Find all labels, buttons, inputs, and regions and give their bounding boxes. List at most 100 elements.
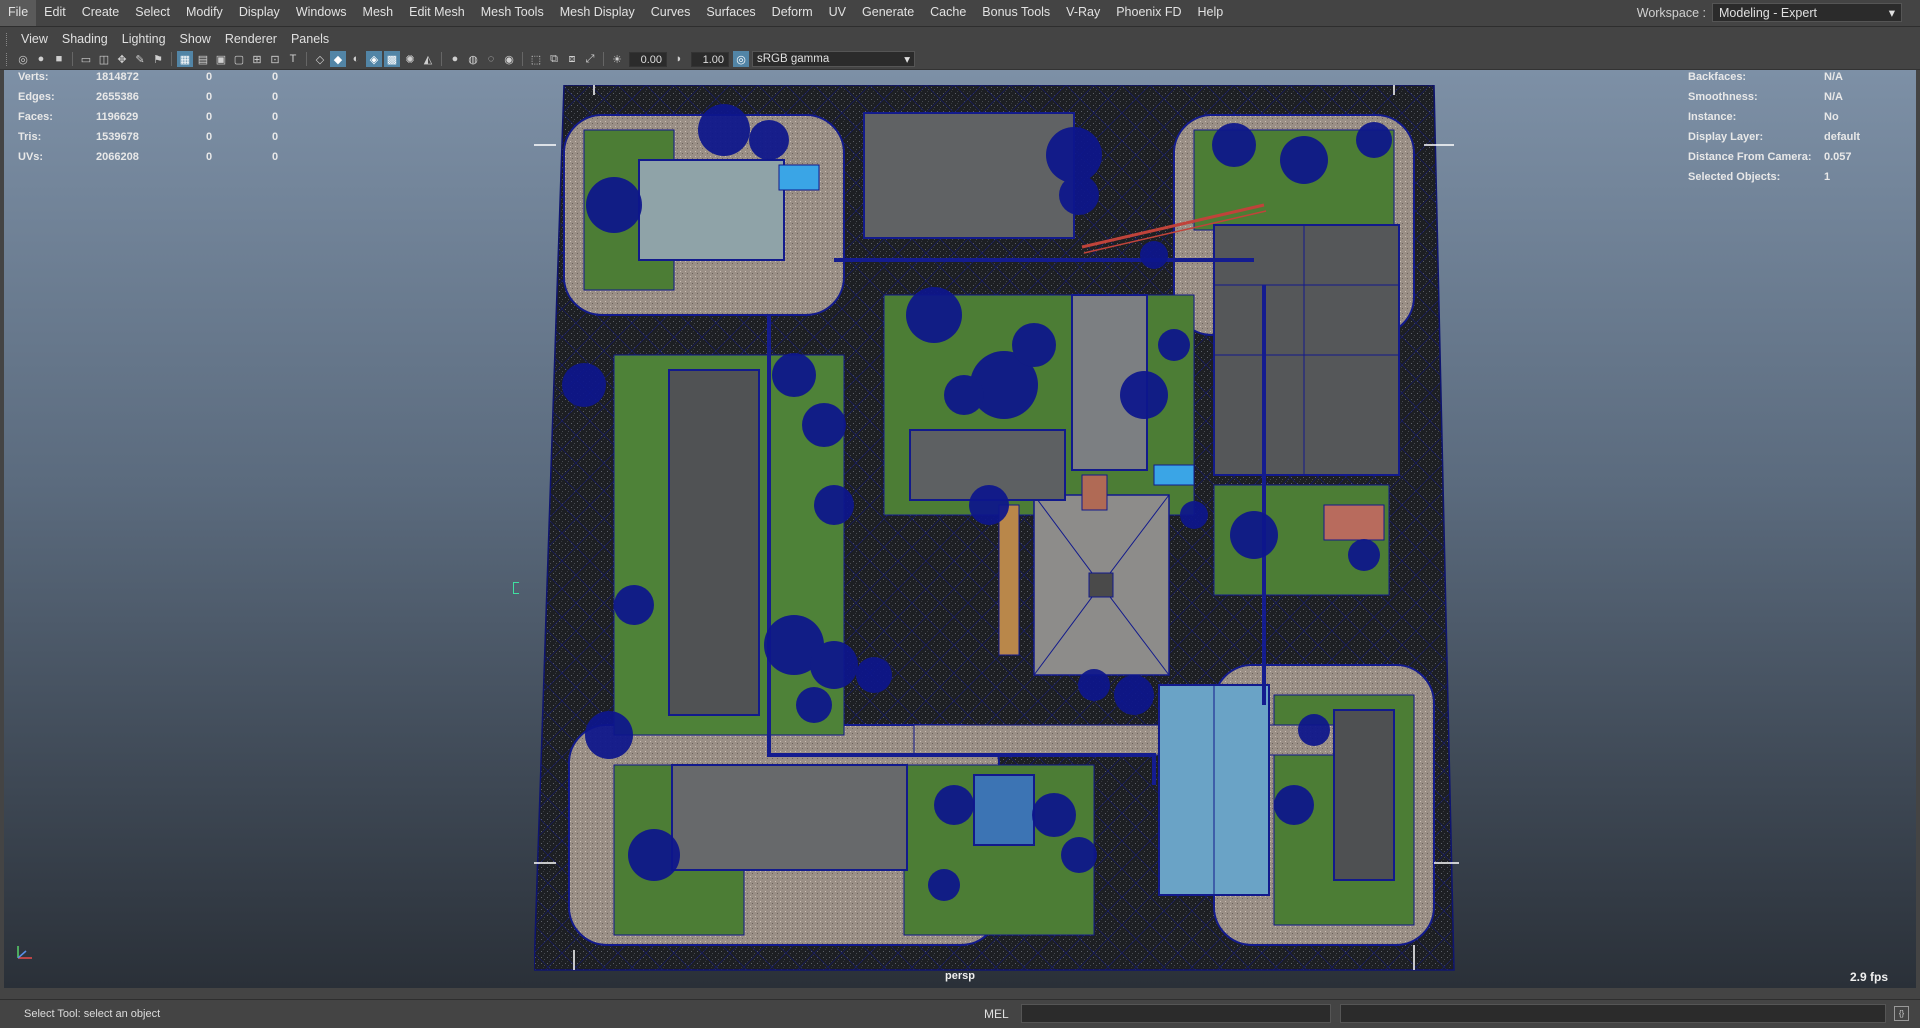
shadows-icon[interactable]: ◭ [420, 51, 436, 67]
hud-label: Faces: [18, 111, 53, 123]
panel-menu-shading[interactable]: Shading [55, 30, 115, 49]
script-editor-icon[interactable]: {} [1894, 1006, 1909, 1021]
grip-handle-icon[interactable] [6, 33, 11, 46]
depth-of-field-icon[interactable]: ◉ [501, 51, 517, 67]
hud-value: 0 [206, 131, 213, 143]
hud-label: Backfaces: [1688, 71, 1747, 83]
toolbar-separator [603, 52, 604, 66]
hud-label: Display Layer: [1688, 131, 1764, 143]
hud-label: Instance: [1688, 111, 1737, 123]
safe-title-icon[interactable]: T [285, 51, 301, 67]
fps-readout: 2.9 fps [1849, 970, 1888, 984]
hud-value: 1539678 [96, 131, 139, 143]
menu-uv[interactable]: UV [821, 0, 854, 26]
field-chart-icon[interactable]: ⊞ [249, 51, 265, 67]
toolbar-separator [171, 52, 172, 66]
hud-value: 0 [206, 151, 213, 163]
xray-joints-icon[interactable]: ⤢ [582, 51, 598, 67]
menu-curves[interactable]: Curves [643, 0, 699, 26]
object-details-hud: Backfaces: N/A Smoothness: N/A Instance:… [1688, 70, 1908, 190]
exposure-field[interactable]: 0.00 [629, 51, 667, 67]
menu-select[interactable]: Select [127, 0, 178, 26]
manipulator-handle-icon[interactable] [513, 582, 519, 594]
film-gate-icon[interactable]: ▤ [195, 51, 211, 67]
menu-vray[interactable]: V-Ray [1058, 0, 1108, 26]
menu-generate[interactable]: Generate [854, 0, 922, 26]
xray-active-icon[interactable]: ⧈ [564, 51, 580, 67]
hud-value: 1196629 [96, 111, 139, 123]
hud-value: 0.057 [1824, 151, 1852, 163]
city-block-mesh[interactable] [534, 85, 1474, 975]
menu-mesh-tools[interactable]: Mesh Tools [473, 0, 552, 26]
hud-value: 0 [206, 91, 213, 103]
status-bar: Select Tool: select an object MEL {} [0, 999, 1920, 1028]
bookmark-icon[interactable]: ■ [51, 51, 67, 67]
select-camera-icon[interactable]: ◎ [15, 51, 31, 67]
menu-mesh-display[interactable]: Mesh Display [552, 0, 643, 26]
hud-value: 1814872 [96, 71, 139, 83]
toolbar-separator [72, 52, 73, 66]
menu-file[interactable]: File [0, 0, 37, 26]
menu-create[interactable]: Create [74, 0, 128, 26]
grip-handle-icon[interactable] [6, 52, 11, 66]
hud-row-faces: Faces: 1196629 0 0 [18, 110, 278, 130]
menu-help[interactable]: Help [1190, 0, 1232, 26]
gate-mask-icon[interactable]: ▢ [231, 51, 247, 67]
menu-cache[interactable]: Cache [922, 0, 974, 26]
hud-row-distance: Distance From Camera: 0.057 [1688, 150, 1908, 170]
xray-icon[interactable]: ⧉ [546, 51, 562, 67]
smooth-shade-icon[interactable]: ◆ [330, 51, 346, 67]
textured-icon[interactable]: ▩ [384, 51, 400, 67]
hud-row-uvs: UVs: 2066208 0 0 [18, 150, 278, 170]
bookmark-flag-icon[interactable]: ⚑ [150, 51, 166, 67]
exposure-icon[interactable]: ☀ [609, 51, 625, 67]
grease-pencil-icon[interactable]: ✎ [132, 51, 148, 67]
isolate-select-icon[interactable]: ⬚ [528, 51, 544, 67]
hud-value: 1 [1824, 171, 1831, 183]
motion-blur-icon[interactable]: ◍ [465, 51, 481, 67]
gamma-field[interactable]: 1.00 [691, 51, 729, 67]
menu-bonus-tools[interactable]: Bonus Tools [974, 0, 1058, 26]
default-material-icon[interactable]: ◐ [348, 51, 364, 67]
menu-phoenix-fd[interactable]: Phoenix FD [1108, 0, 1189, 26]
resolution-gate-icon[interactable]: ▣ [213, 51, 229, 67]
gamma-icon[interactable]: ◗ [671, 51, 687, 67]
hud-value: N/A [1824, 71, 1843, 83]
viewport-persp[interactable]: Verts: 1814872 0 0 Edges: 2655386 0 0 Fa… [4, 70, 1916, 988]
menu-surfaces[interactable]: Surfaces [698, 0, 763, 26]
wireframe-on-shaded-icon[interactable]: ◈ [366, 51, 382, 67]
menu-mesh[interactable]: Mesh [355, 0, 402, 26]
view-transform-dropdown[interactable]: sRGB gamma ▾ [752, 51, 915, 67]
image-plane-icon[interactable]: ▭ [78, 51, 94, 67]
ambient-occlusion-icon[interactable]: ● [447, 51, 463, 67]
workspace-label: Workspace : [1636, 5, 1706, 20]
menu-edit[interactable]: Edit [36, 0, 74, 26]
multisample-aa-icon[interactable]: ◌ [483, 51, 499, 67]
hud-label: Tris: [18, 131, 42, 143]
panel-menu-lighting[interactable]: Lighting [115, 30, 173, 49]
film-camera-icon[interactable]: ◫ [96, 51, 112, 67]
camera-attributes-icon[interactable]: ● [33, 51, 49, 67]
panel-menu-show[interactable]: Show [173, 30, 218, 49]
hud-label: Edges: [18, 91, 55, 103]
panel-menu-panels[interactable]: Panels [284, 30, 336, 49]
safe-action-icon[interactable]: ⊡ [267, 51, 283, 67]
menu-modify[interactable]: Modify [178, 0, 231, 26]
grid-icon[interactable]: ▦ [177, 51, 193, 67]
hud-value: N/A [1824, 91, 1843, 103]
menu-display[interactable]: Display [231, 0, 288, 26]
workspace-dropdown[interactable]: Modeling - Expert ▾ [1712, 3, 1902, 22]
wireframe-icon[interactable]: ◇ [312, 51, 328, 67]
command-line-input[interactable] [1021, 1004, 1331, 1023]
two-d-pan-zoom-icon[interactable]: ✥ [114, 51, 130, 67]
menu-edit-mesh[interactable]: Edit Mesh [401, 0, 473, 26]
hud-row-tris: Tris: 1539678 0 0 [18, 130, 278, 150]
script-language-toggle[interactable]: MEL [984, 1007, 1009, 1021]
menu-windows[interactable]: Windows [288, 0, 355, 26]
color-management-icon[interactable]: ◎ [733, 51, 749, 67]
panel-menu-renderer[interactable]: Renderer [218, 30, 284, 49]
use-all-lights-icon[interactable]: ✺ [402, 51, 418, 67]
command-result-field [1340, 1004, 1886, 1023]
panel-menu-view[interactable]: View [14, 30, 55, 49]
menu-deform[interactable]: Deform [764, 0, 821, 26]
